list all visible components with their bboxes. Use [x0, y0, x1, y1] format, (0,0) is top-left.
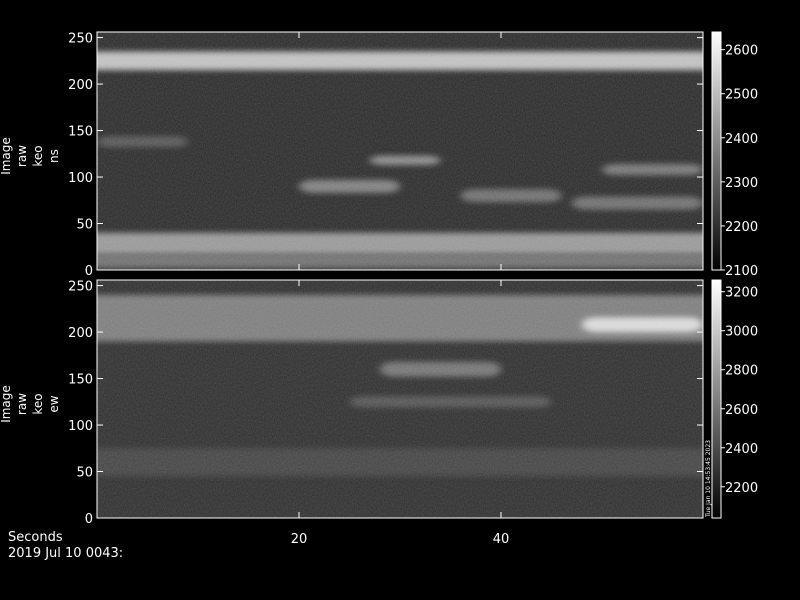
- y-tick-label: 50: [76, 218, 93, 233]
- colorbar-tick-label: 2100: [725, 264, 758, 279]
- y-tick-label: 0: [85, 264, 93, 279]
- keogram-noise: [97, 32, 703, 270]
- y-tick-label: 100: [68, 171, 93, 186]
- ew-colorbar-side-label: Tue Jan 10 14:53:45 2023: [705, 440, 712, 518]
- ns-y-axis-label: Image raw keo ns: [0, 137, 61, 175]
- ew-keogram-panel: 0 50 100 150 200 250 Image raw keo ew 2200 2400 26…: [0, 279, 758, 527]
- y-axis-label-word: keo: [31, 393, 45, 414]
- y-tick-label: 100: [68, 419, 93, 434]
- x-tick-label: 40: [493, 532, 510, 547]
- ew-colorbar-ticks: 2200 2400 2600 2800 3000 3200: [721, 286, 758, 496]
- y-tick-label: 200: [68, 78, 93, 93]
- colorbar-tick-label: 2500: [725, 88, 758, 103]
- keogram-noise: [97, 280, 703, 518]
- colorbar-tick-label: 3200: [725, 286, 758, 301]
- y-tick-label: 0: [85, 512, 93, 527]
- colorbar-tick-label: 2200: [725, 481, 758, 496]
- y-axis-label-word: raw: [15, 393, 29, 415]
- colorbar-tick-label: 2200: [725, 220, 758, 235]
- colorbar-tick-label: 2400: [725, 442, 758, 457]
- y-tick-label: 150: [68, 373, 93, 388]
- keogram-figure: 050100150200250 Image raw keo ns 2100220023…: [0, 31, 758, 547]
- colorbar-tick-label: 3000: [725, 325, 758, 340]
- y-tick-label: 150: [68, 125, 93, 140]
- colorbar-tick-label: 2300: [725, 176, 758, 191]
- colorbar-tick-label: 2600: [725, 44, 758, 59]
- ew-colorbar: [711, 279, 722, 519]
- y-tick-label: 50: [76, 466, 93, 481]
- y-axis-label-word: ns: [47, 149, 61, 163]
- y-axis-label-word: Image: [0, 137, 13, 175]
- y-axis-label-word: raw: [15, 145, 29, 167]
- ns-keogram-image: [97, 32, 703, 270]
- y-tick-label: 250: [68, 280, 93, 295]
- colorbar-tick-label: 2600: [725, 403, 758, 418]
- x-axis-title: Seconds: [8, 530, 63, 545]
- ew-keogram-image: [97, 280, 703, 518]
- y-tick-label: 250: [68, 32, 93, 47]
- ns-colorbar-ticks: 2100 2200 2300 2400 2500 2600: [721, 44, 758, 279]
- x-tick-label: 20: [291, 532, 308, 547]
- ns-keogram-panel: 0 50 100 150 200 250 Image raw keo ns 2100 2200 23…: [0, 31, 758, 279]
- y-tick-label: 200: [68, 326, 93, 341]
- colorbar-tick-label: 2800: [725, 364, 758, 379]
- ns-colorbar: [711, 31, 722, 271]
- y-axis-label-word: ew: [47, 395, 61, 412]
- y-axis-label-word: keo: [31, 145, 45, 166]
- date-label: 2019 Jul 10 0043:: [8, 546, 124, 561]
- y-axis-label-word: Image: [0, 385, 13, 423]
- colorbar-tick-label: 2400: [725, 132, 758, 147]
- ew-y-axis-label: Image raw keo ew: [0, 385, 61, 423]
